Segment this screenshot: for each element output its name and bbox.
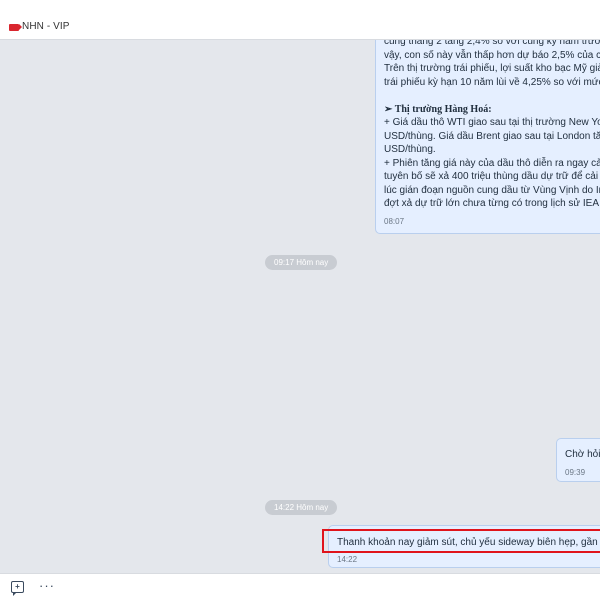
message-time: 08:07 [384,216,405,226]
message-text-line: vậy, con số này vẫn thấp hơn dự báo 2,5%… [384,49,600,61]
message-time: 09:39 [565,467,586,477]
message-bubble[interactable]: cùng tháng 2 tăng 2,4% so với cùng kỳ nă… [375,40,600,234]
message-list[interactable]: cùng tháng 2 tăng 2,4% so với cùng kỳ nă… [0,40,600,573]
message-text-line: tuyên bố sẽ xả 400 triệu thùng dầu dự tr… [384,171,600,182]
message-text-line: + Giá dầu thô WTI giao sau tại thị trườn… [384,117,600,128]
message-text-line: USD/thùng. [384,144,436,155]
message-text-line: cùng tháng 2 tăng 2,4% so với cùng kỳ nă… [384,40,600,47]
date-separator: 14:22 Hôm nay [265,500,338,515]
date-separator: 09:17 Hôm nay [265,255,338,270]
message-text-line: + Phiên tăng giá này của dầu thô diễn ra… [384,157,600,169]
message-text-line: lúc gián đoạn nguồn cung dầu từ Vùng Vịn… [384,184,600,196]
conversation-title[interactable]: NHN - VIP [22,21,70,32]
more-options-icon[interactable]: ··· [39,578,55,593]
message-text-line: USD/thùng. Giá dầu Brent giao sau tại Lo… [384,130,600,142]
message-time: 14:22 [337,554,358,564]
message-text-line: đợt xả dự trữ lớn chưa từng có trong lịc… [384,198,600,209]
chat-header: NHN - VIP [0,0,600,40]
highlight-box [322,529,600,553]
message-text-line: Chờ hỏi [565,449,600,460]
message-text-line: Trên thị trường trái phiếu, lợi suất kho… [384,63,600,74]
quick-message-icon[interactable]: + [11,581,24,596]
message-section-heading: ➢ Thị trường Hàng Hoá: [384,103,492,115]
message-bubble[interactable]: Chờ hỏi 09:39 [556,438,600,482]
message-text-line: trái phiếu kỳ hạn 10 năm lùi về 4,25% so… [384,76,600,88]
label-tag-icon[interactable] [9,24,22,31]
chat-footer-toolbar: + ··· [0,573,600,600]
